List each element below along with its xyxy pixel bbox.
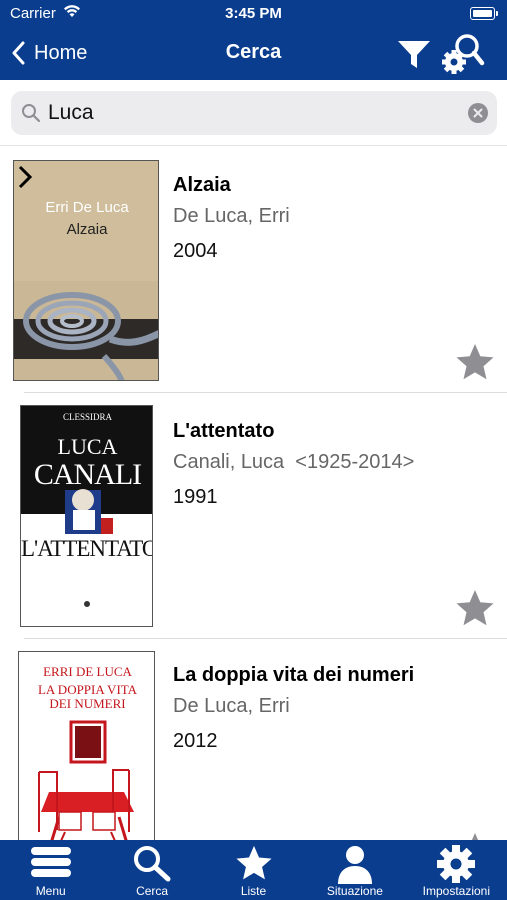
tab-cerca[interactable]: Cerca xyxy=(101,840,202,900)
book-cover: CLESSIDRA LUCA CANALI L'ATTENTATO xyxy=(20,405,153,627)
tab-bar: Menu Cerca Liste Situazione Impostazioni xyxy=(0,840,507,900)
cover-art xyxy=(19,652,154,840)
nav-bar: Home Cerca xyxy=(0,28,507,80)
tab-impostazioni[interactable]: Impostazioni xyxy=(406,840,507,900)
tab-situazione[interactable]: Situazione xyxy=(304,840,405,900)
star-icon xyxy=(235,845,272,880)
book-cover: Erri De Luca Alzaia xyxy=(13,160,159,381)
clock: 3:45 PM xyxy=(225,5,282,22)
book-title: L'attentato xyxy=(173,420,275,442)
list-item[interactable]: ERRI DE LUCA LA DOPPIA VITA DEI NUMERI L… xyxy=(0,639,507,840)
tab-liste[interactable]: Liste xyxy=(203,840,304,900)
menu-icon xyxy=(30,847,71,877)
search-icon xyxy=(134,846,171,882)
book-author: De Luca, Erri xyxy=(173,205,290,227)
star-icon[interactable] xyxy=(455,342,495,382)
results-list: Erri De Luca Alzaia Alzaia De Luca, Erri… xyxy=(0,147,507,840)
user-icon xyxy=(337,846,372,884)
tab-label: Impostazioni xyxy=(422,884,491,898)
book-author: De Luca, Erri xyxy=(173,695,290,717)
search-field[interactable] xyxy=(11,91,497,135)
cover-art xyxy=(14,161,158,380)
cover-author-line2: CANALI xyxy=(33,458,142,491)
cover-author: ERRI DE LUCA xyxy=(43,664,132,679)
advanced-search-icon[interactable] xyxy=(441,32,485,76)
close-icon xyxy=(473,108,483,118)
tab-label: Liste xyxy=(240,884,267,898)
filter-icon[interactable] xyxy=(396,36,432,72)
tab-label: Cerca xyxy=(136,884,169,898)
book-author: Canali, Luca <1925-2014> xyxy=(173,451,415,473)
book-cover: ERRI DE LUCA LA DOPPIA VITA DEI NUMERI xyxy=(18,651,155,840)
search-icon xyxy=(22,104,41,123)
search-bar xyxy=(0,80,507,146)
star-icon[interactable] xyxy=(455,588,495,628)
gear-icon xyxy=(437,845,476,883)
cover-title: L'ATTENTATO xyxy=(21,536,153,561)
list-item[interactable]: Erri De Luca Alzaia Alzaia De Luca, Erri… xyxy=(0,147,507,393)
status-bar: Carrier 3:45 PM xyxy=(0,0,507,28)
book-title: Alzaia xyxy=(173,174,231,196)
cover-title: Alzaia xyxy=(66,221,108,238)
book-title: La doppia vita dei numeri xyxy=(173,664,415,686)
tab-label: Menu xyxy=(35,884,66,898)
header: Carrier 3:45 PM Home Cerca xyxy=(0,0,507,80)
tab-menu[interactable]: Menu xyxy=(0,840,101,900)
cover-author-line1: LUCA xyxy=(57,434,118,459)
book-year: 1991 xyxy=(173,486,218,508)
cover-title-line2: DEI NUMERI xyxy=(49,696,126,711)
tab-label: Situazione xyxy=(326,884,383,898)
battery-icon xyxy=(470,7,498,20)
clear-search-button[interactable] xyxy=(468,103,488,123)
book-year: 2004 xyxy=(173,240,218,262)
cover-series: CLESSIDRA xyxy=(62,412,112,422)
list-item[interactable]: CLESSIDRA LUCA CANALI L'ATTENTATO L'atte… xyxy=(0,393,507,639)
cover-author: Erri De Luca xyxy=(45,199,129,216)
search-input[interactable] xyxy=(48,91,458,135)
book-year: 2012 xyxy=(173,730,218,752)
star-icon[interactable] xyxy=(455,831,495,840)
